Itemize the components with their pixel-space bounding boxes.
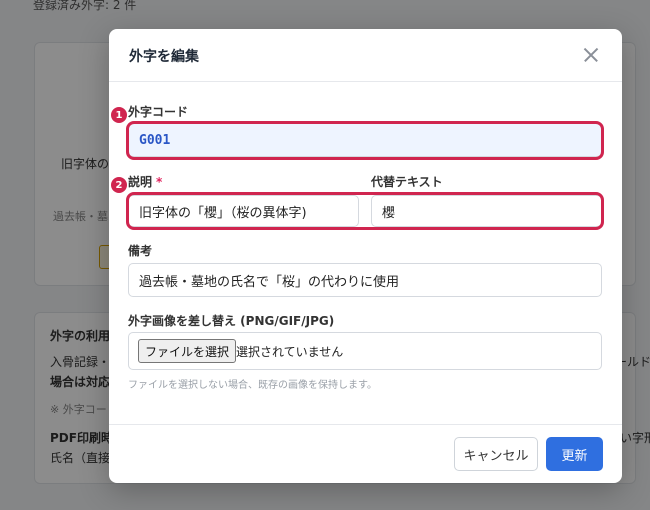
description-label-text: 説明 xyxy=(128,175,153,189)
annotation-badge-1: 1 xyxy=(111,107,127,123)
edit-gaiji-dialog: 外字を編集 外字コード G001 1 説明 * 代替テキスト 旧字体の「櫻」（桜の… xyxy=(109,29,622,483)
highlight-box-code xyxy=(126,121,604,160)
dialog-header: 外字を編集 xyxy=(109,29,622,82)
image-label: 外字画像を差し替え (PNG/GIF/JPG) xyxy=(128,314,335,328)
image-hint: ファイルを選択しない場合、既存の画像を保持します。 xyxy=(128,380,377,391)
code-label: 外字コード xyxy=(128,105,189,119)
file-status-text: 選択されていません xyxy=(236,345,344,359)
dialog-footer-divider xyxy=(109,424,622,425)
annotation-badge-2: 2 xyxy=(111,177,127,193)
notes-label: 備考 xyxy=(128,244,153,258)
close-icon[interactable] xyxy=(579,43,603,67)
alt-text-label: 代替テキスト xyxy=(371,175,443,189)
update-button[interactable]: 更新 xyxy=(546,437,603,471)
notes-input[interactable]: 過去帳・墓地の氏名で「桜」の代わりに使用 xyxy=(128,263,602,297)
description-label: 説明 * xyxy=(128,173,162,190)
cancel-button[interactable]: キャンセル xyxy=(454,437,538,471)
dialog-title: 外字を編集 xyxy=(129,49,199,65)
choose-file-button[interactable]: ファイルを選択 xyxy=(138,339,237,363)
required-mark: * xyxy=(156,175,163,189)
highlight-box-description xyxy=(126,192,604,230)
